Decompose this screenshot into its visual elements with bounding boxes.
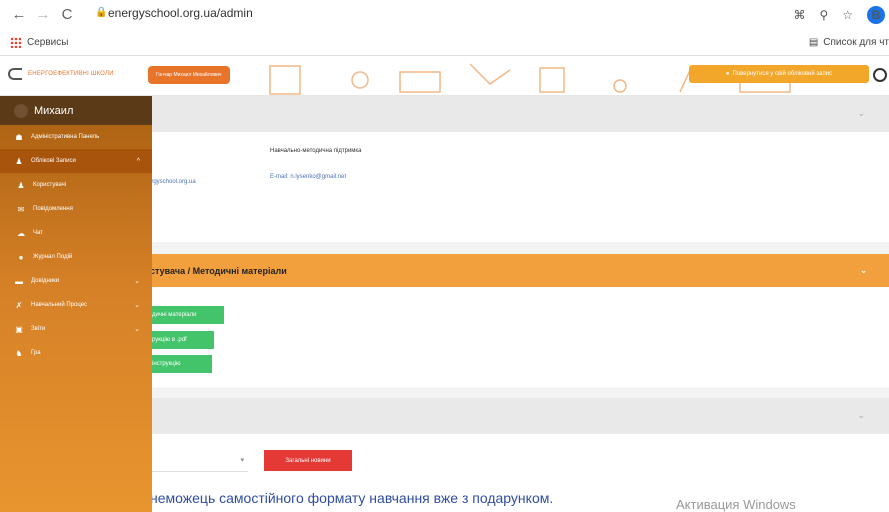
sidebar-item-label: Звіти <box>31 326 46 332</box>
contact-panel: Навчально-методична підтримка E-mail: n.… <box>148 132 889 242</box>
reading-list-label: Список для чт <box>823 37 889 48</box>
sidebar-item-accounts[interactable]: ♟ Облікові Записи ^ <box>0 149 152 173</box>
star-icon[interactable]: ☆ <box>842 8 853 22</box>
circle-icon: ● <box>725 71 730 77</box>
sidebar-item-label: Облікові Записи <box>31 158 76 164</box>
app-logo[interactable]: ЕНЕРГОЕФЕКТИВНІ ШКОЛИ <box>8 68 114 80</box>
support-title: Навчально-методична підтримка <box>270 148 362 154</box>
sidebar-item-references[interactable]: ▬ Довідники ⌄ <box>0 269 152 293</box>
school-email[interactable]: ergyschool.org.ua <box>148 179 196 185</box>
chevron-down-icon: ⌄ <box>134 302 140 309</box>
user-icon: ♟ <box>17 180 25 190</box>
avatar <box>14 103 28 118</box>
user-menu-icon[interactable] <box>873 68 887 82</box>
materials-title: стувача / Методичні матеріали <box>150 265 287 276</box>
chevron-down-icon: ⌄ <box>134 326 140 333</box>
sidebar-item-label: Довідники <box>31 278 60 284</box>
circle-icon: ● <box>18 252 24 262</box>
chevron-down-icon[interactable]: ⌄ <box>860 266 867 275</box>
return-account-button[interactable]: ● Повернутися у свій обліковий запис <box>689 65 869 83</box>
logo-icon <box>8 68 22 80</box>
search-icon[interactable]: ⚲ <box>819 8 828 22</box>
sidebar-item-label: Навчальний Процес <box>31 302 88 308</box>
sidebar-item-admin-panel[interactable]: ☗ Адміністративна Панель <box>0 125 152 149</box>
panel-header-1[interactable]: ⌄ <box>148 96 889 132</box>
reload-button[interactable]: C <box>56 6 78 23</box>
apps-label: Сервисы <box>27 37 69 48</box>
chat-icon: ☁ <box>17 228 25 238</box>
pdf-instruction-button[interactable]: рукцію в .pdf <box>148 331 214 349</box>
translate-icon[interactable]: ⌘ <box>793 8 805 22</box>
sidebar-item-chat[interactable]: ☁ Чат <box>0 221 152 245</box>
envelope-icon: ✉ <box>17 204 25 214</box>
sidebar: Михаил ☗ Адміністративна Панель ♟ Обліко… <box>0 96 152 512</box>
apps-grid-icon <box>10 37 21 48</box>
chevron-down-icon[interactable]: ⌄ <box>857 410 865 421</box>
chevron-up-icon: ^ <box>136 157 140 165</box>
return-account-label: Повернутися у свій обліковий запис <box>732 71 833 77</box>
reading-list-icon: ▤ <box>808 37 819 48</box>
sidebar-item-reports[interactable]: ▣ Звіти ⌄ <box>0 317 152 341</box>
materials-panel <box>148 287 889 387</box>
logo-text: ЕНЕРГОЕФЕКТИВНІ ШКОЛИ <box>28 71 114 77</box>
support-email[interactable]: E-mail: n.lysenko@gmail.net <box>270 174 346 180</box>
sidebar-item-learning-process[interactable]: ✗ Навчальний Процес ⌄ <box>0 293 152 317</box>
sidebar-item-label: Гра <box>31 350 41 356</box>
sidebar-item-label: Повідомлення <box>33 206 73 212</box>
methodical-materials-button[interactable]: дичні матеріали <box>148 306 224 324</box>
sidebar-item-label: Адміністративна Панель <box>31 134 100 140</box>
forward-button[interactable]: → <box>32 6 54 23</box>
sidebar-item-game[interactable]: ♞ Гра <box>0 341 152 365</box>
sidebar-item-label: Журнал Подій <box>33 254 73 260</box>
panel-header-3[interactable]: ⌄ <box>148 398 889 434</box>
back-button[interactable]: ← <box>8 6 30 23</box>
sidebar-item-label: Чат <box>33 230 43 236</box>
materials-header[interactable]: стувача / Методичні матеріали ⌄ <box>148 254 889 287</box>
book-icon: ▬ <box>15 276 23 286</box>
app-header: ЕНЕРГОЕФЕКТИВНІ ШКОЛИ Гончар Михаил Миха… <box>0 56 889 96</box>
browser-toolbar: ← → C 🔒 energyschool.org.ua/admin ⌘ ⚲ ☆ … <box>0 0 889 31</box>
bookmarks-bar: Сервисы ▤ Список для чт <box>0 31 889 56</box>
instruction-button[interactable]: інструкцію <box>148 355 212 373</box>
address-bar[interactable]: energyschool.org.ua/admin <box>108 6 253 20</box>
sidebar-item-event-log[interactable]: ● Журнал Подій <box>0 245 152 269</box>
user-icon: ♟ <box>15 156 23 166</box>
chevron-down-icon[interactable]: ⌄ <box>857 108 865 119</box>
apps-bookmark[interactable]: Сервисы <box>10 37 68 48</box>
dashboard-icon: ☗ <box>15 132 23 142</box>
lock-icon: 🔒 <box>95 7 108 18</box>
sidebar-item-users[interactable]: ♟ Користувачі <box>0 173 152 197</box>
sidebar-item-messages[interactable]: ✉ Повідомлення <box>0 197 152 221</box>
chevron-down-icon: ⌄ <box>134 278 140 285</box>
reading-list[interactable]: ▤ Список для чт <box>809 37 889 48</box>
impersonated-user-badge[interactable]: Гончар Михаил Михайлович <box>148 66 230 84</box>
news-select[interactable]: ▾ <box>148 450 248 472</box>
sidebar-user[interactable]: Михаил <box>0 96 152 125</box>
tools-icon: ✗ <box>15 300 23 310</box>
sidebar-user-name: Михаил <box>34 104 74 117</box>
general-news-button[interactable]: Загальні новини <box>264 450 352 471</box>
windows-activation-watermark: Активация Windows <box>676 497 796 512</box>
sidebar-item-label: Користувачі <box>33 182 67 188</box>
promo-text: неможець самостійного формату навчання в… <box>150 490 554 506</box>
game-icon: ♞ <box>15 348 23 358</box>
report-icon: ▣ <box>15 324 23 334</box>
profile-avatar[interactable]: B <box>867 6 885 24</box>
